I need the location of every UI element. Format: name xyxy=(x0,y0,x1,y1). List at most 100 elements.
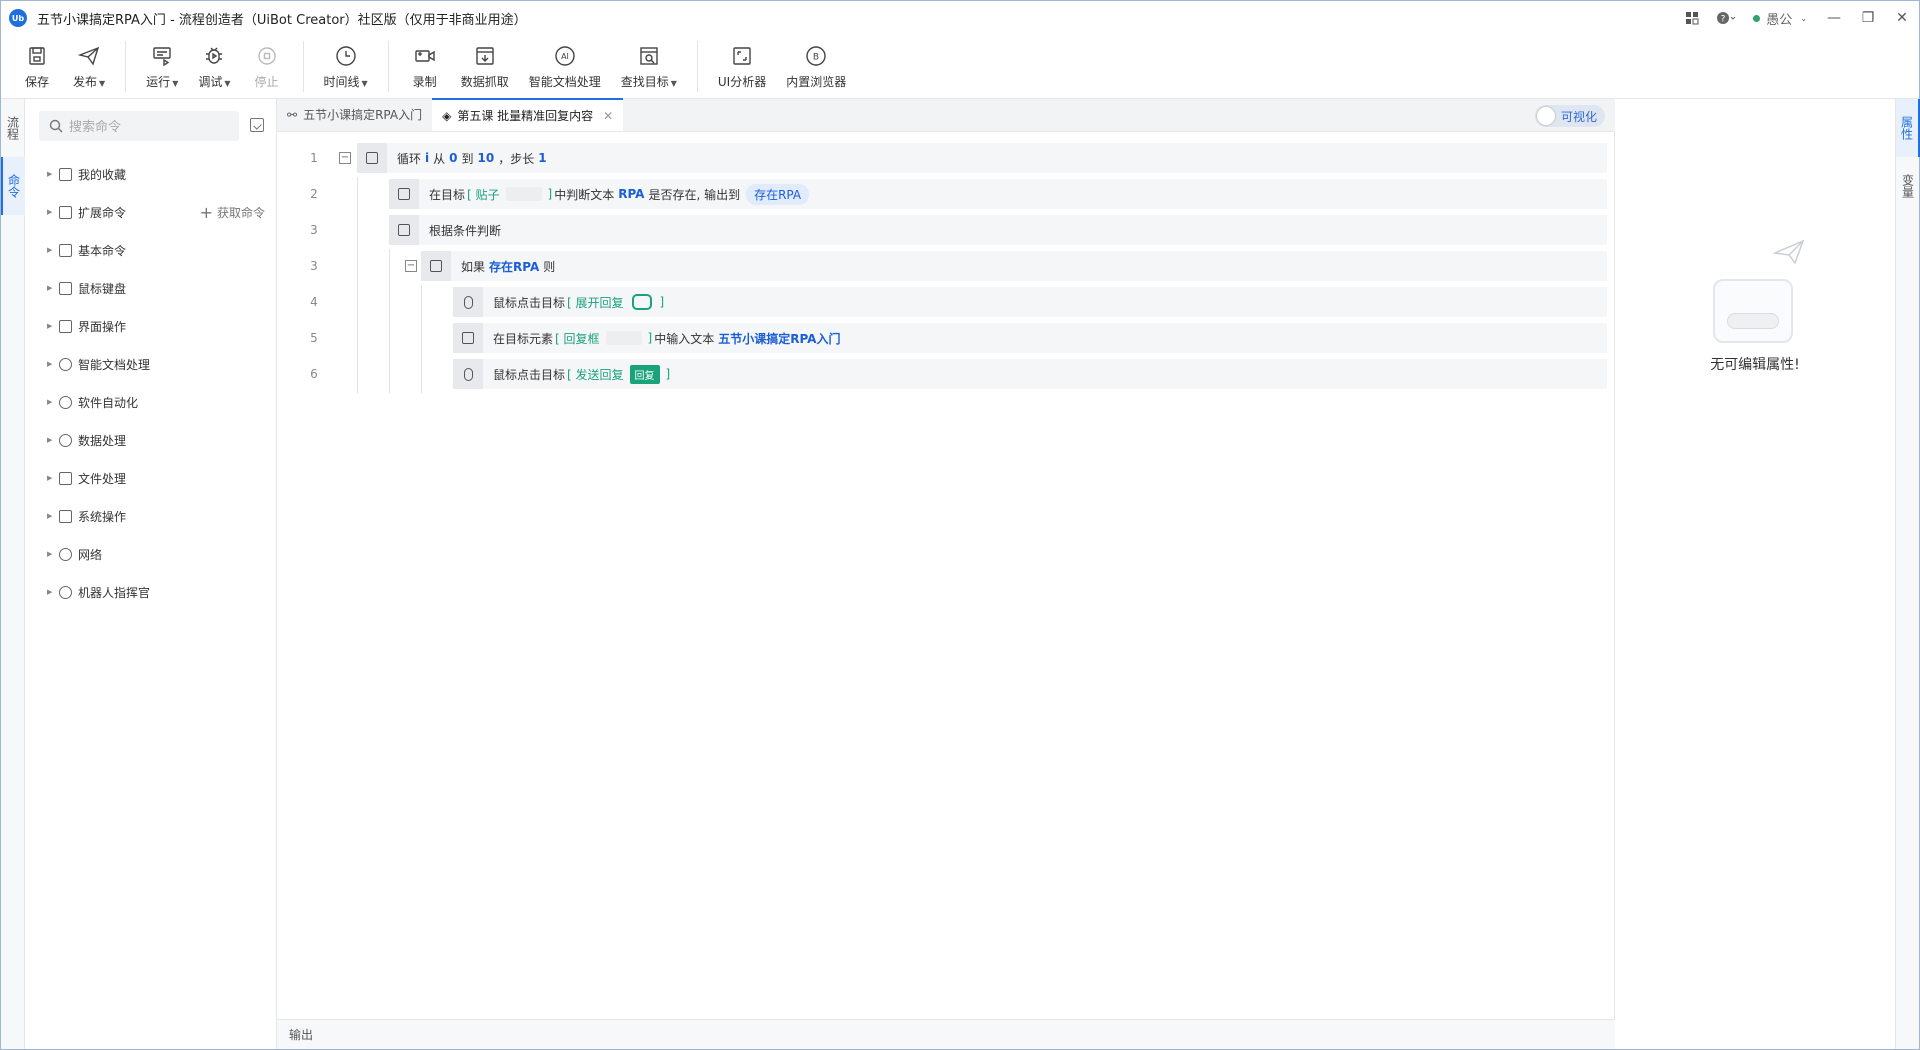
code-row[interactable]: 2 在目标 [ 贴子 ] 中判断文本 RPA 是否存在, 输出到 存在RPA xyxy=(277,177,1615,213)
mouse-click-block[interactable]: 鼠标点击目标 [ 展开回复 ] xyxy=(453,287,1607,317)
apps-grid-icon[interactable] xyxy=(1675,1,1709,35)
app-window: Ub 五节小课搞定RPA入门 - 流程创造者（UiBot Creator）社区版… xyxy=(0,0,1920,1050)
condition-variable[interactable]: 存在RPA xyxy=(489,258,539,275)
target-bracket: ] xyxy=(665,367,671,381)
find-target-button[interactable]: 查找目标 ▼ xyxy=(611,41,687,92)
left-rail: 流程 命令 xyxy=(1,99,25,1049)
indent-guide xyxy=(421,285,422,321)
expand-arrow-icon: ▶ xyxy=(47,322,53,330)
target-ref[interactable]: [ 贴子 xyxy=(467,186,500,203)
code-row[interactable]: 6 鼠标点击目标 [ 发送回复 回复 ] xyxy=(277,357,1615,393)
code-row[interactable]: 4 鼠标点击目标 [ 展开回复 ] xyxy=(277,285,1615,321)
mouse-click-block[interactable]: 鼠标点击目标 [ 发送回复 回复 ] xyxy=(453,359,1607,389)
loop-block[interactable]: 循环 i 从 0 到 10 ，步长 1 xyxy=(357,143,1607,173)
collapse-icon[interactable]: − xyxy=(339,152,351,164)
data-scrape-button[interactable]: 数据抓取 xyxy=(451,41,519,92)
target-ref[interactable]: [ 回复框 xyxy=(555,330,600,347)
loop-step[interactable]: 1 xyxy=(538,151,546,165)
file-icon xyxy=(59,471,72,485)
stop-button[interactable]: 停止 xyxy=(241,41,293,92)
cmd-category-software[interactable]: ▶ 软件自动化 xyxy=(25,383,277,421)
cmd-category-ui[interactable]: ▶ 界面操作 xyxy=(25,307,277,345)
cmd-category-mouse-keyboard[interactable]: ▶ 鼠标键盘 xyxy=(25,269,277,307)
if-block[interactable]: 如果 存在RPA 则 xyxy=(421,251,1607,281)
tools-group: 录制 数据抓取 AI 智能文档处理 查找目标 ▼ xyxy=(389,41,698,92)
caret-down-icon: ▼ xyxy=(224,79,231,88)
commander-icon xyxy=(59,585,72,599)
block-text: 到 xyxy=(461,151,474,166)
indent-guide xyxy=(421,321,422,357)
data-scrape-label: 数据抓取 xyxy=(460,75,509,89)
code-row[interactable]: 3 − 如果 存在RPA 则 xyxy=(277,249,1615,285)
minimize-button[interactable]: — xyxy=(1817,1,1851,35)
input-text-value[interactable]: 五节小课搞定RPA入门 xyxy=(718,330,840,347)
cmd-category-file[interactable]: ▶ 文件处理 xyxy=(25,459,277,497)
plus-icon: + xyxy=(199,202,213,222)
block-text: 是否存在, 输出到 xyxy=(648,187,741,202)
target-ref[interactable]: [ 展开回复 xyxy=(567,294,624,311)
cmd-category-label: 鼠标键盘 xyxy=(78,281,127,296)
publish-button[interactable]: 发布 ▼ xyxy=(63,41,115,92)
cmd-category-label: 网络 xyxy=(78,547,103,562)
cmd-category-commander[interactable]: ▶ 机器人指挥官 xyxy=(25,573,277,611)
close-icon[interactable]: ✕ xyxy=(603,109,613,123)
cmd-category-data[interactable]: ▶ 数据处理 xyxy=(25,421,277,459)
collapse-icon[interactable]: − xyxy=(405,260,417,272)
rail-tab-flow[interactable]: 流程 xyxy=(1,99,25,157)
line-number: 2 xyxy=(310,187,318,201)
record-button[interactable]: 录制 xyxy=(399,41,451,92)
run-label: 运行 xyxy=(146,75,171,89)
cmd-category-network[interactable]: ▶ 网络 xyxy=(25,535,277,573)
search-text-value[interactable]: RPA xyxy=(618,187,644,201)
cmd-category-system[interactable]: ▶ 系统操作 xyxy=(25,497,277,535)
smart-doc-button[interactable]: AI 智能文档处理 xyxy=(519,41,611,92)
flow-editor: ⚯ 五节小课搞定RPA入门 ◈ 第五课 批量精准回复内容 ✕ 可视化 1 − 循… xyxy=(277,98,1615,1049)
collapse-all-icon[interactable] xyxy=(250,118,264,132)
visualize-toggle[interactable]: 可视化 xyxy=(1534,105,1605,127)
save-icon xyxy=(24,43,50,69)
text-exists-block[interactable]: 在目标 [ 贴子 ] 中判断文本 RPA 是否存在, 输出到 存在RPA xyxy=(389,179,1607,209)
rail-tab-variables[interactable]: 变量 xyxy=(1896,157,1920,215)
line-number: 5 xyxy=(310,331,318,345)
save-button[interactable]: 保存 xyxy=(11,41,63,92)
input-text-block[interactable]: 在目标元素 [ 回复框 ] 中输入文本 五节小课搞定RPA入门 xyxy=(453,323,1607,353)
cmd-category-smart-doc[interactable]: ▶ 智能文档处理 xyxy=(25,345,277,383)
run-button[interactable]: 运行 ▼ xyxy=(136,41,188,92)
line-number: 4 xyxy=(310,295,318,309)
code-row[interactable]: 5 在目标元素 [ 回复框 ] 中输入文本 五节小课搞定RPA入门 xyxy=(277,321,1615,357)
condition-block[interactable]: 根据条件判断 xyxy=(389,215,1607,245)
search-input[interactable] xyxy=(69,118,229,134)
loop-start[interactable]: 0 xyxy=(449,151,457,165)
indent-guide xyxy=(357,213,358,249)
timeline-label: 时间线 xyxy=(323,75,360,89)
block-text: 在目标 xyxy=(429,187,466,202)
rail-tab-properties[interactable]: 属性 xyxy=(1896,99,1920,157)
code-row[interactable]: 3 根据条件判断 xyxy=(277,213,1615,249)
close-button[interactable]: ✕ xyxy=(1885,1,1919,35)
loop-var[interactable]: i xyxy=(425,151,429,165)
block-text: ，步长 xyxy=(498,151,535,166)
timeline-button[interactable]: 时间线 ▼ xyxy=(314,41,378,92)
tab-lesson-five[interactable]: ◈ 第五课 批量精准回复内容 ✕ xyxy=(432,98,624,131)
get-command-button[interactable]: + 获取命令 xyxy=(200,203,265,222)
cmd-category-extensions[interactable]: ▶ 扩展命令 + 获取命令 xyxy=(25,193,277,231)
cmd-category-basic[interactable]: ▶ 基本命令 xyxy=(25,231,277,269)
debug-button[interactable]: 调试 ▼ xyxy=(188,41,240,92)
code-row[interactable]: 1 − 循环 i 从 0 到 10 ，步长 1 xyxy=(277,141,1615,175)
loop-end[interactable]: 10 xyxy=(478,151,495,165)
help-icon[interactable]: ? xyxy=(1709,1,1743,35)
cmd-category-label: 数据处理 xyxy=(78,433,127,448)
restore-button[interactable]: ❐ xyxy=(1851,1,1885,35)
rail-tab-command[interactable]: 命令 xyxy=(1,157,25,215)
target-ref[interactable]: [ 发送回复 xyxy=(567,366,624,383)
indent-guide xyxy=(389,357,390,393)
ui-analyzer-button[interactable]: UI分析器 xyxy=(708,41,776,92)
user-menu[interactable]: 愚公 ⌄ xyxy=(1743,1,1817,35)
tab-flow-overview[interactable]: ⚯ 五节小课搞定RPA入门 xyxy=(277,98,432,131)
output-variable[interactable]: 存在RPA xyxy=(746,183,810,205)
code-icon xyxy=(59,243,72,257)
cmd-category-favorites[interactable]: ▶ 我的收藏 xyxy=(25,155,277,193)
browser-button[interactable]: B 内置浏览器 xyxy=(776,41,856,92)
file-group: 保存 发布 ▼ xyxy=(1,41,127,92)
output-panel-tab[interactable]: 输出 xyxy=(277,1019,1615,1049)
